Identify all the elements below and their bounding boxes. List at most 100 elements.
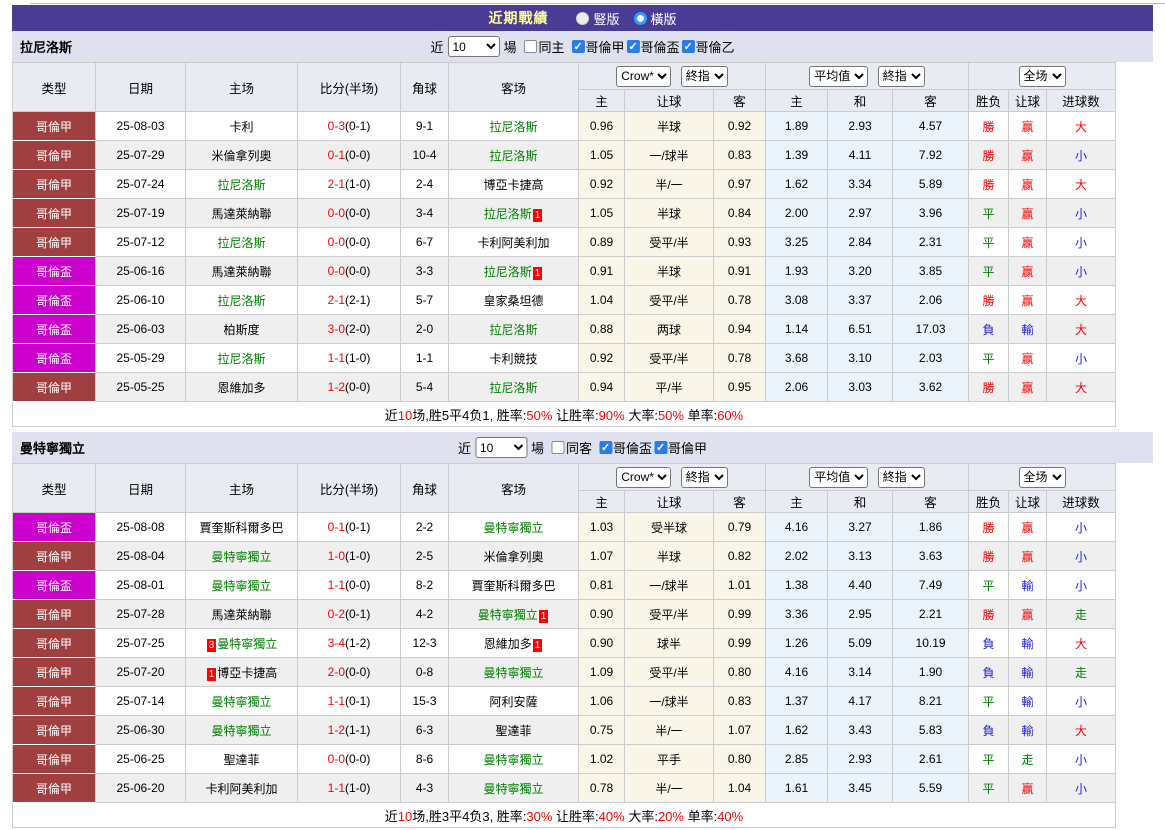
avg-source-select[interactable]: 平均值 — [809, 466, 869, 488]
avg-away-odds: 8.21 — [892, 686, 970, 716]
avg-away-odds: 2.03 — [892, 343, 970, 373]
score-cell: 0-0(0-0) — [297, 198, 401, 228]
corners: 8-6 — [400, 744, 449, 774]
league-badge: 哥倫甲 — [12, 169, 96, 199]
result-goals: 小 — [1046, 512, 1117, 542]
result-wdl: 勝 — [968, 140, 1010, 170]
match-row: 哥倫甲 25-05-25 恩維加多 1-2(0-0) 5-4 拉尼洛斯 0.94 平/半 0.9… — [12, 372, 1117, 402]
league-checkbox[interactable] — [654, 441, 668, 454]
team-link: 米倫拿列奧 — [483, 549, 544, 564]
sub-header-odds-away: 客 — [712, 490, 767, 513]
handicap-away-odds: 0.84 — [712, 198, 767, 228]
match-date: 25-08-04 — [95, 541, 186, 571]
team-section-header-1: 拉尼洛斯 近 10 場 同主 哥倫甲 哥倫盃 哥倫乙 — [12, 31, 1153, 62]
matches-table-1: 类型 日期 主场 比分(半场) 角球 客场 Crow* 終指 平均值 終指 全场 — [11, 62, 1117, 427]
result-handicap: 輸 — [1008, 314, 1048, 344]
recent-count-select[interactable]: 10 — [447, 36, 500, 57]
near-label: 近 — [457, 441, 471, 456]
league-badge: 哥倫盃 — [12, 314, 96, 344]
handicap-away-odds: 0.92 — [712, 111, 767, 141]
odds-company-select[interactable]: Crow* — [616, 466, 672, 488]
handicap-away-odds: 0.83 — [712, 686, 767, 716]
team-link: 拉尼洛斯 — [489, 119, 538, 134]
recent-count-select[interactable]: 10 — [474, 437, 527, 458]
result-handicap: 赢 — [1008, 599, 1048, 629]
col-header-home: 主场 — [185, 62, 298, 112]
layout-radio-vertical[interactable] — [576, 11, 590, 25]
summary-text: 场,胜3平4负3, 胜率: — [412, 808, 527, 824]
score-cell: 1-1(0-1) — [297, 686, 401, 716]
avg-home-odds: 1.62 — [765, 169, 829, 199]
team-section-header-2: 曼特寧獨立 近 10 場 同客 哥倫盃 哥倫甲 — [12, 432, 1153, 463]
match-row: 哥倫盃 25-06-03 柏斯度 3-0(2-0) 2-0 拉尼洛斯 0.88 两球 0.94 1… — [12, 314, 1117, 344]
handicap-home-odds: 0.92 — [578, 343, 625, 373]
score-cell: 2-1(2-1) — [297, 285, 401, 315]
result-wdl: 平 — [968, 256, 1010, 286]
col-header-score: 比分(半场) — [297, 463, 401, 513]
league-checkbox[interactable] — [599, 441, 613, 454]
layout-radio-horizontal[interactable] — [633, 11, 647, 25]
odds-time-select[interactable]: 終指 — [680, 65, 728, 87]
avg-draw-odds: 6.51 — [827, 314, 894, 344]
home-team: 1 博亞卡捷高 — [185, 657, 298, 687]
scope-select[interactable]: 全场 — [1018, 466, 1066, 488]
sub-header-avg-home: 主 — [765, 490, 829, 513]
scope-select[interactable]: 全场 — [1018, 65, 1066, 87]
red-card-badge: 1 — [538, 609, 549, 623]
same-venue-checkbox[interactable] — [523, 40, 537, 53]
odds-time-select[interactable]: 終指 — [680, 466, 728, 488]
result-wdl: 平 — [968, 570, 1010, 600]
match-date: 25-05-29 — [95, 343, 186, 373]
handicap-line: 一/球半 — [624, 686, 714, 716]
red-card-badge: 1 — [532, 208, 543, 222]
league-badge: 哥倫盃 — [12, 512, 96, 542]
avg-source-select[interactable]: 平均值 — [809, 65, 869, 87]
avg-home-odds: 1.37 — [765, 686, 829, 716]
team-link: 曼特寧獨立 — [211, 694, 272, 709]
summary-text: 50% — [657, 407, 684, 423]
team-link: 博亞卡捷高 — [217, 665, 278, 680]
match-row: 哥倫甲 25-08-04 曼特寧獨立 1-0(1-0) 2-5 米倫拿列奧 1.07 半球 0.… — [12, 541, 1117, 571]
match-date: 25-07-12 — [95, 227, 186, 257]
handicap-home-odds: 1.06 — [578, 686, 625, 716]
same-venue-checkbox[interactable] — [550, 441, 564, 454]
sub-header-avg-home: 主 — [765, 89, 829, 112]
home-team: 柏斯度 — [185, 314, 298, 344]
same-venue-label: 同主 — [538, 40, 565, 55]
home-team: 曼特寧獨立 — [185, 715, 298, 745]
odds-company-select[interactable]: Crow* — [616, 65, 672, 87]
away-team: 曼特寧獨立 1 — [448, 599, 579, 629]
filter-controls: 近 10 場 同主 哥倫甲 哥倫盃 哥倫乙 — [430, 36, 735, 57]
avg-time-select[interactable]: 終指 — [877, 466, 925, 488]
avg-time-select[interactable]: 終指 — [877, 65, 925, 87]
league-checkbox-label: 哥倫甲 — [668, 441, 708, 456]
score-cell: 2-0(0-0) — [297, 657, 401, 687]
team-link: 皇家桑坦德 — [483, 293, 544, 308]
league-badge: 哥倫盃 — [12, 256, 96, 286]
avg-home-odds: 3.08 — [765, 285, 829, 315]
team-link: 拉尼洛斯 — [489, 148, 538, 163]
team-link: 曼特寧獨立 — [211, 549, 272, 564]
handicap-away-odds: 0.99 — [712, 599, 767, 629]
home-team: 賈奎斯科爾多巴 — [185, 512, 298, 542]
league-checkbox[interactable] — [626, 40, 640, 53]
corners: 3-4 — [400, 198, 449, 228]
team-link: 拉尼洛斯 — [489, 322, 538, 337]
league-checkbox[interactable] — [571, 40, 585, 53]
home-team: 拉尼洛斯 — [185, 285, 298, 315]
match-row: 哥倫盃 25-08-01 曼特寧獨立 1-1(0-0) 8-2 賈奎斯科爾多巴 0.81 一/… — [12, 570, 1117, 600]
match-row: 哥倫甲 25-06-30 曼特寧獨立 1-2(1-1) 6-3 聖達菲 0.75 半/一 1.0… — [12, 715, 1117, 745]
col-header-type: 类型 — [12, 463, 96, 513]
handicap-away-odds: 0.80 — [712, 657, 767, 687]
avg-draw-odds: 4.40 — [827, 570, 894, 600]
avg-home-odds: 2.06 — [765, 372, 829, 402]
summary-text: 90% — [598, 407, 625, 423]
avg-draw-odds: 3.27 — [827, 512, 894, 542]
summary-text: 10 — [397, 808, 413, 824]
team-name: 拉尼洛斯 — [20, 40, 73, 55]
result-wdl: 勝 — [968, 372, 1010, 402]
match-date: 25-08-03 — [95, 111, 186, 141]
league-checkbox[interactable] — [681, 40, 695, 53]
match-date: 25-06-30 — [95, 715, 186, 745]
handicap-line: 半/一 — [624, 715, 714, 745]
